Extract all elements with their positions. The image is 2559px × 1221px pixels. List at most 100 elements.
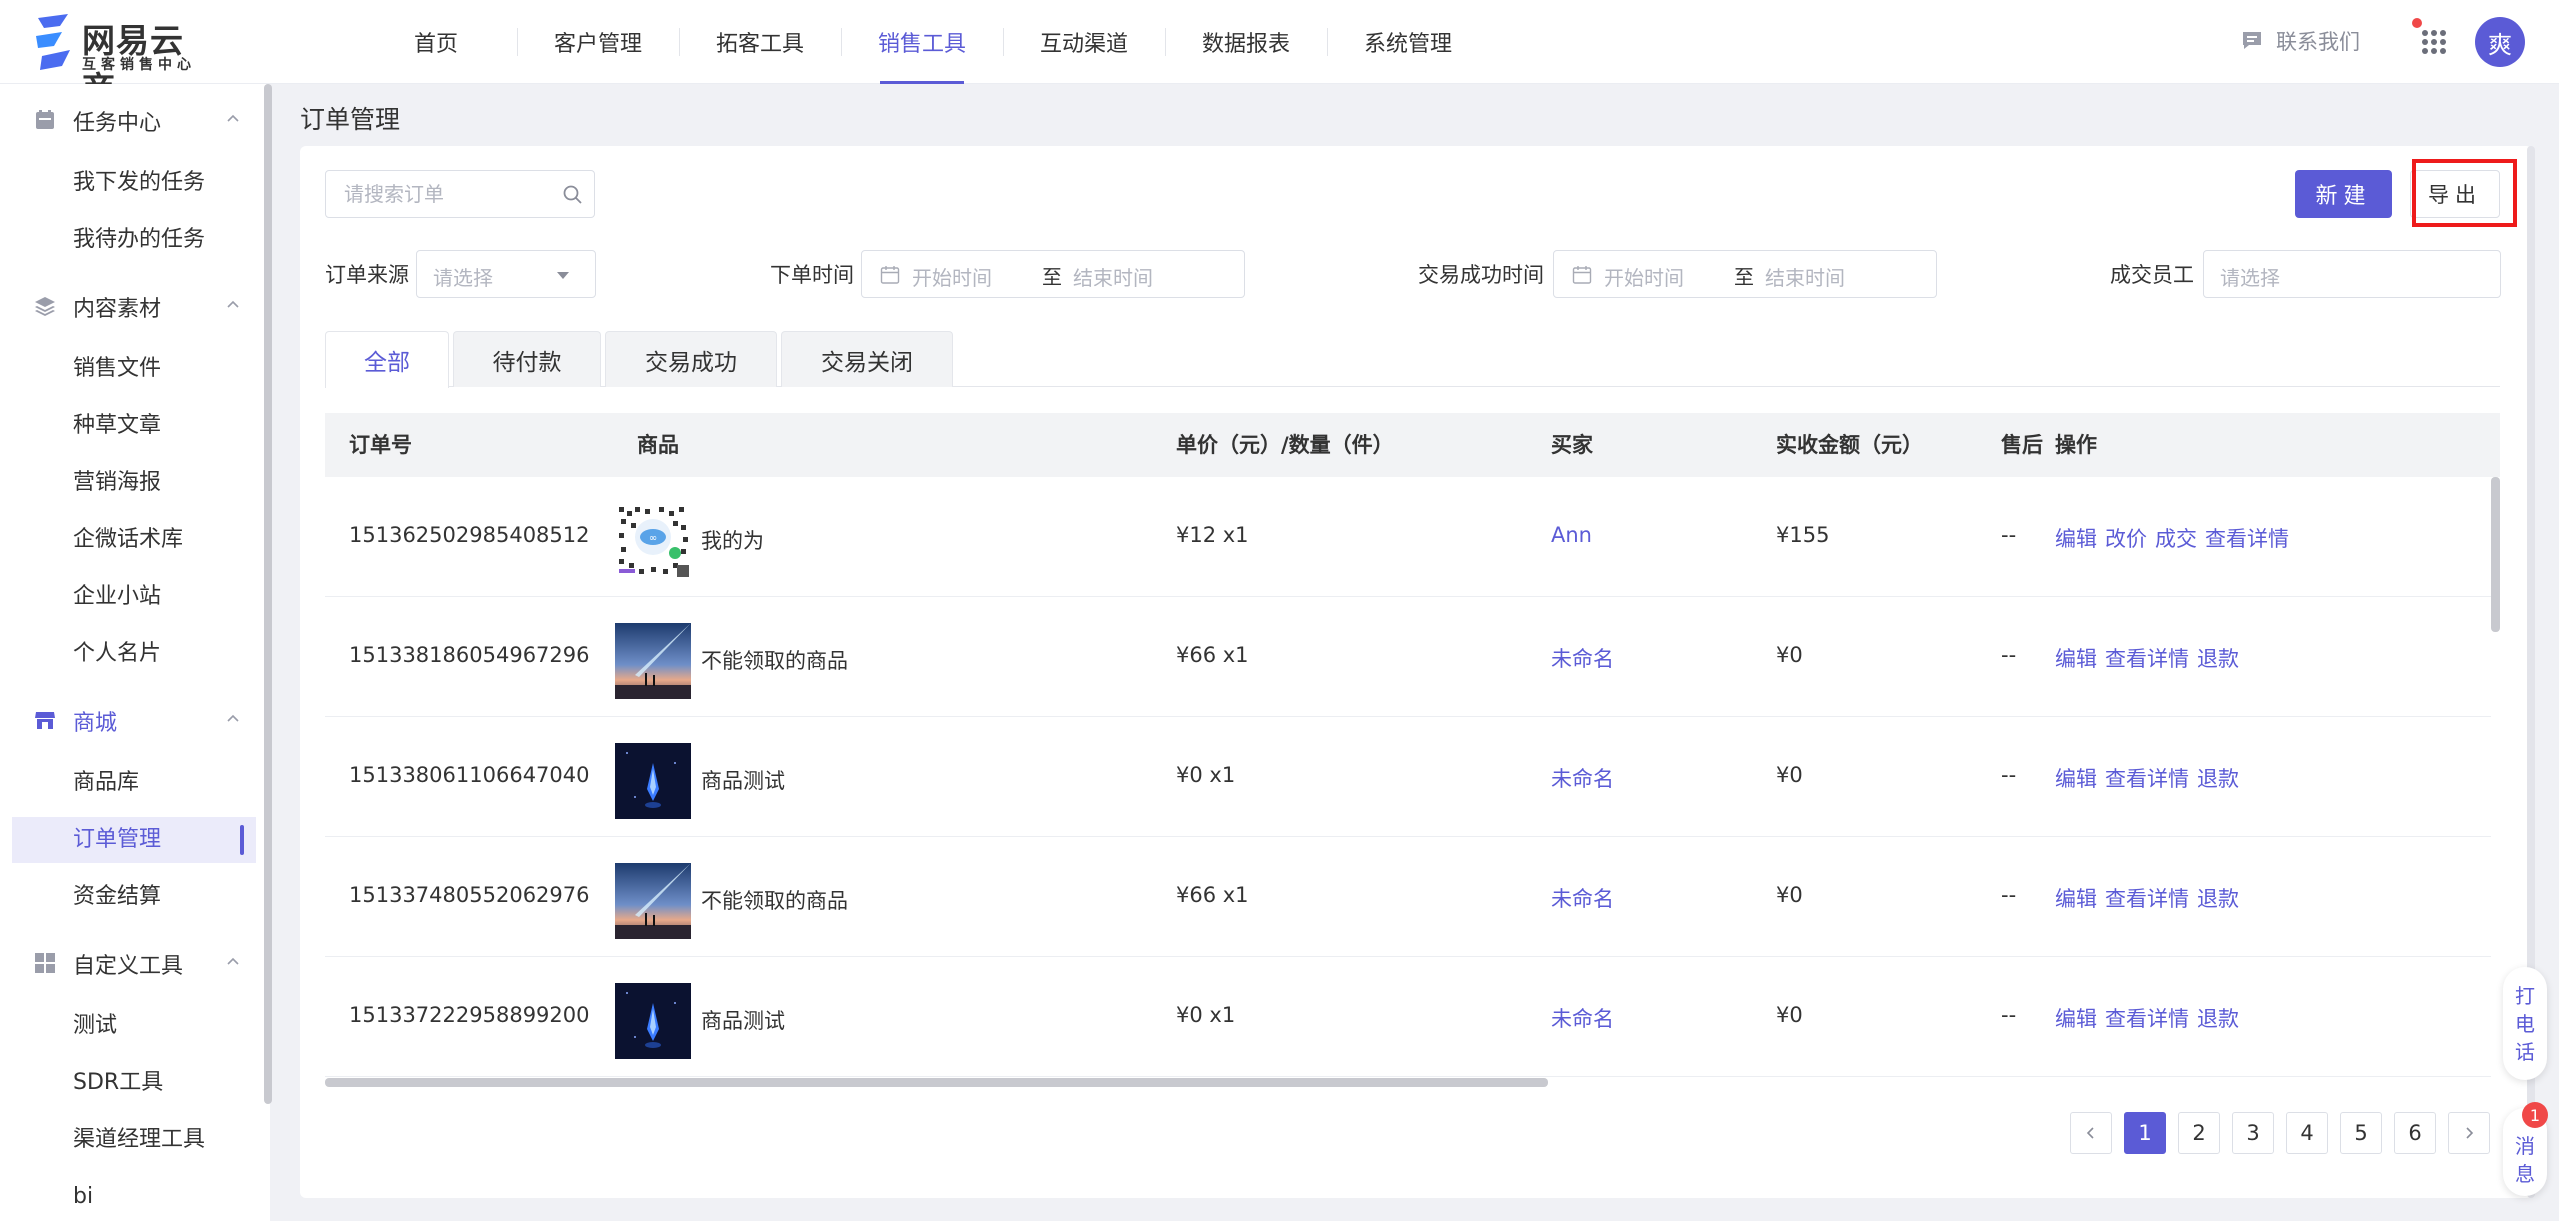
orders-card: 新建 导出 订单来源 请选择 下单时间 开始时间 至 结束时间 交易成功时间 开… [300,146,2532,1198]
grid-apps-icon[interactable] [2421,29,2447,55]
order-source-placeholder: 请选择 [433,266,493,290]
chevron-right-icon [2466,1127,2474,1139]
order-number: 151362502985408512 [349,523,590,547]
sidebar-item-sdr-tool[interactable]: SDR工具 [12,1060,256,1106]
sidebar-item-bi[interactable]: bi [12,1174,256,1220]
buyer-link[interactable]: 未命名 [1551,643,1614,673]
next-page-button[interactable] [2448,1112,2490,1154]
table-row: 151338061106647040 商品测试 ¥0 x1 未命名 ¥0 -- 编辑 查看详情… [325,717,2491,837]
order-number: 151337480552062976 [349,883,590,907]
row-action-link[interactable]: 查看详情 [2105,883,2189,913]
sidebar-group-tasks[interactable]: 任务中心 [0,95,260,145]
nav-item-reports[interactable]: 数据报表 [1165,0,1327,84]
order-search[interactable] [325,170,595,218]
sidebar-item-channel-manager-tool[interactable]: 渠道经理工具 [12,1117,256,1163]
sidebar-item-scripts[interactable]: 企微话术库 [12,517,256,563]
nav-item-sales-tools[interactable]: 销售工具 [841,0,1003,84]
nav-item-prospecting[interactable]: 拓客工具 [679,0,841,84]
product-thumbnail[interactable] [615,863,691,939]
row-action-link[interactable]: 查看详情 [2105,643,2189,673]
column-header: 买家 [1551,433,1593,457]
sidebar-item-order-management[interactable]: 订单管理 [12,817,256,863]
page-1-button[interactable]: 1 [2124,1112,2166,1154]
sidebar-item-sales-files[interactable]: 销售文件 [12,346,256,392]
sidebar-group-custom-tools[interactable]: 自定义工具 [0,938,260,988]
price-quantity: ¥66 x1 [1176,643,1249,667]
tab-closed[interactable]: 交易关闭 [781,331,953,387]
order-time-start[interactable]: 开始时间 [912,262,992,291]
page-title: 订单管理 [300,105,401,134]
order-source-select[interactable]: 请选择 [416,250,596,298]
new-order-button[interactable]: 新建 [2295,170,2392,218]
success-time-end[interactable]: 结束时间 [1765,262,1845,291]
sidebar-item-articles[interactable]: 种草文章 [12,403,256,449]
order-search-input[interactable] [344,181,544,207]
row-action-link[interactable]: 退款 [2197,643,2239,673]
sidebar-item-product-library[interactable]: 商品库 [12,760,256,806]
row-action-link[interactable]: 退款 [2197,1003,2239,1033]
brand-logo[interactable]: 网易云商 互客销售中心 [32,12,212,108]
row-action-link[interactable]: 改价 [2105,523,2147,553]
buyer-link[interactable]: 未命名 [1551,883,1614,913]
sidebar-item-settlement[interactable]: 资金结算 [12,874,256,920]
table-vertical-scrollbar[interactable] [2491,477,2500,1217]
row-action-link[interactable]: 成交 [2155,523,2197,553]
success-time-start[interactable]: 开始时间 [1604,262,1684,291]
scrollbar-thumb[interactable] [2491,477,2500,632]
prev-page-button[interactable] [2070,1112,2112,1154]
row-action-link[interactable]: 编辑 [2055,1003,2097,1033]
row-action-link[interactable]: 查看详情 [2105,1003,2189,1033]
tab-all[interactable]: 全部 [325,331,449,388]
sidebar-item-business-card[interactable]: 个人名片 [12,631,256,677]
order-time-range[interactable]: 开始时间 至 结束时间 [861,250,1245,298]
sidebar-group-mall[interactable]: 商城 [0,695,260,745]
tab-success[interactable]: 交易成功 [605,331,777,387]
product-thumbnail[interactable] [615,983,691,1059]
table-horizontal-scrollbar[interactable] [325,1078,2500,1087]
staff-select[interactable]: 请选择 [2203,250,2501,298]
sidebar-scrollbar[interactable] [264,84,272,1104]
row-action-link[interactable]: 查看详情 [2105,763,2189,793]
nav-item-customers[interactable]: 客户管理 [517,0,679,84]
sidebar-item-microsite[interactable]: 企业小站 [12,574,256,620]
sidebar-item-my-issued-tasks[interactable]: 我下发的任务 [12,160,256,206]
page-3-button[interactable]: 3 [2232,1112,2274,1154]
nav-item-system[interactable]: 系统管理 [1327,0,1489,84]
user-avatar[interactable]: 爽 [2475,17,2525,67]
call-float-button[interactable]: 打 电 话 [2503,967,2547,1080]
column-header: 单价（元）/数量（件） [1176,433,1394,457]
row-action-link[interactable]: 退款 [2197,883,2239,913]
sidebar-item-my-todo-tasks[interactable]: 我待办的任务 [12,217,256,263]
order-number: 151338186054967296 [349,643,590,667]
success-time-range[interactable]: 开始时间 至 结束时间 [1553,250,1937,298]
buyer-link[interactable]: 未命名 [1551,1003,1614,1033]
page-6-button[interactable]: 6 [2394,1112,2436,1154]
sidebar-group-content[interactable]: 内容素材 [0,281,260,331]
page-2-button[interactable]: 2 [2178,1112,2220,1154]
row-action-link[interactable]: 编辑 [2055,883,2097,913]
row-action-link[interactable]: 编辑 [2055,523,2097,553]
contact-us-link[interactable]: 联系我们 [2240,26,2360,56]
sidebar-item-posters[interactable]: 营销海报 [12,460,256,506]
row-actions: 编辑 查看详情 退款 [2055,763,2239,793]
page-5-button[interactable]: 5 [2340,1112,2382,1154]
product-thumbnail[interactable] [615,623,691,699]
tab-pending-payment[interactable]: 待付款 [453,331,601,387]
buyer-link[interactable]: Ann [1551,523,1592,547]
product-thumbnail[interactable] [615,743,691,819]
row-action-link[interactable]: 编辑 [2055,763,2097,793]
row-action-link[interactable]: 编辑 [2055,643,2097,673]
order-time-end[interactable]: 结束时间 [1073,262,1153,291]
buyer-link[interactable]: 未命名 [1551,763,1614,793]
order-number: 151338061106647040 [349,763,590,787]
scrollbar-thumb[interactable] [325,1078,1548,1087]
product-thumbnail[interactable]: ∞ [615,503,691,579]
nav-item-home[interactable]: 首页 [355,0,517,84]
nav-item-channels[interactable]: 互动渠道 [1003,0,1165,84]
search-icon[interactable] [562,184,584,206]
row-action-link[interactable]: 退款 [2197,763,2239,793]
page-4-button[interactable]: 4 [2286,1112,2328,1154]
sidebar-item-test[interactable]: 测试 [12,1003,256,1049]
row-action-link[interactable]: 查看详情 [2205,523,2289,553]
call-label-char: 打 [2515,983,2535,1008]
